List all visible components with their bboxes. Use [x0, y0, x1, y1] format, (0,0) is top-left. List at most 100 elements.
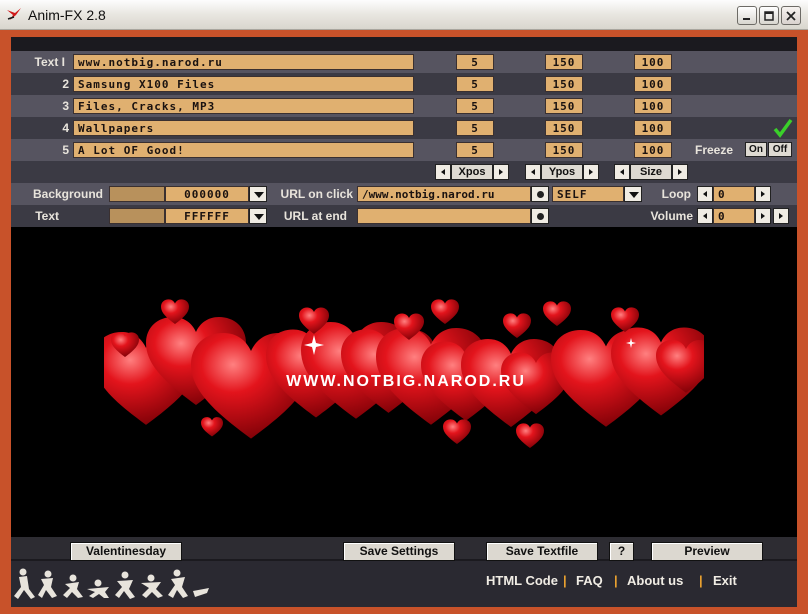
arrow-left-icon	[703, 191, 707, 197]
loop-input[interactable]: 0	[713, 186, 755, 202]
app-panel: Text I www.notbig.narod.ru 5 150 100 2 S…	[11, 37, 797, 607]
window-frame: Text I www.notbig.narod.ru 5 150 100 2 S…	[0, 30, 808, 614]
size-decrease-button[interactable]	[614, 164, 630, 180]
url-target-dropdown-button[interactable]	[624, 186, 642, 202]
volume-max-button[interactable]	[773, 208, 789, 224]
preset-button[interactable]: Valentinesday	[70, 542, 182, 561]
size-input[interactable]: 100	[634, 54, 672, 70]
volume-input[interactable]: 0	[713, 208, 755, 224]
text-row-5: 5 A Lot OF Good! 5 150 100 Freeze On Off	[11, 139, 797, 161]
ypos-input[interactable]: 150	[545, 120, 583, 136]
arrow-right-icon	[761, 191, 765, 197]
xpos-increase-button[interactable]	[493, 164, 509, 180]
footer-separator: |	[614, 573, 618, 588]
ypos-input[interactable]: 150	[545, 76, 583, 92]
loop-increase-button[interactable]	[755, 186, 771, 202]
arrow-right-icon	[589, 169, 593, 175]
size-input[interactable]: 100	[634, 142, 672, 158]
maximize-icon	[764, 11, 774, 21]
help-button[interactable]: ?	[609, 542, 634, 561]
text-row-label: 4	[62, 121, 69, 135]
adjust-row: Xpos Ypos Size	[11, 161, 797, 183]
text-input[interactable]: Files, Cracks, MP3	[73, 98, 414, 114]
footer-separator: |	[563, 573, 567, 588]
title-bar: Anim-FX 2.8	[0, 0, 808, 30]
url-on-click-label: URL on click	[280, 187, 353, 201]
text-row-label: 5	[62, 143, 69, 157]
volume-decrease-button[interactable]	[697, 208, 713, 224]
arrow-left-icon	[531, 169, 535, 175]
volume-label: Volume	[650, 209, 693, 223]
url-at-end-input[interactable]	[357, 208, 531, 224]
volume-increase-button[interactable]	[755, 208, 771, 224]
text-color-row: Text FFFFFF URL at end Volume 0	[11, 205, 797, 227]
chevron-down-icon	[629, 192, 639, 198]
background-swatch	[109, 186, 165, 202]
text-row-label: Text I	[34, 55, 65, 69]
ypos-decrease-button[interactable]	[525, 164, 541, 180]
minimize-button[interactable]	[737, 6, 757, 25]
html-code-link[interactable]: HTML Code	[486, 573, 558, 588]
save-settings-button[interactable]: Save Settings	[343, 542, 455, 561]
arrow-left-icon	[620, 169, 624, 175]
faq-link[interactable]: FAQ	[576, 573, 603, 588]
size-input[interactable]: 100	[634, 98, 672, 114]
xpos-input[interactable]: 5	[456, 120, 494, 136]
arrow-right-icon	[678, 169, 682, 175]
text-row-label: 3	[62, 99, 69, 113]
loop-label: Loop	[661, 187, 691, 201]
text-input[interactable]: www.notbig.narod.ru	[73, 54, 414, 70]
size-input[interactable]: 100	[634, 76, 672, 92]
app-icon	[7, 8, 21, 20]
text-input[interactable]: A Lot OF Good!	[73, 142, 414, 158]
preview-button[interactable]: Preview	[651, 542, 763, 561]
background-label: Background	[32, 187, 103, 201]
close-button[interactable]	[781, 6, 801, 25]
text-row-3: 3 Files, Cracks, MP3 5 150 100	[11, 95, 797, 117]
about-link[interactable]: About us	[627, 573, 683, 588]
footer-separator: |	[699, 573, 703, 588]
text-row-1: Text I www.notbig.narod.ru 5 150 100	[11, 51, 797, 73]
arrow-left-icon	[703, 213, 707, 219]
xpos-input[interactable]: 5	[456, 142, 494, 158]
close-icon	[786, 11, 796, 21]
freeze-on-toggle[interactable]: On	[745, 142, 767, 157]
url-at-end-label: URL at end	[283, 209, 347, 223]
xpos-input[interactable]: 5	[456, 76, 494, 92]
text-row-2: 2 Samsung X100 Files 5 150 100	[11, 73, 797, 95]
text-color-dropdown-button[interactable]	[249, 208, 267, 224]
background-dropdown-button[interactable]	[249, 186, 267, 202]
size-label: Size	[630, 164, 672, 180]
exit-link[interactable]: Exit	[713, 573, 737, 588]
ypos-increase-button[interactable]	[583, 164, 599, 180]
banner-text: WWW.NOTBIG.NAROD.RU	[286, 373, 526, 390]
checkmark-icon	[773, 118, 793, 138]
url-at-end-radio[interactable]	[531, 208, 549, 224]
url-on-click-radio[interactable]	[531, 186, 549, 202]
text-input[interactable]: Wallpapers	[73, 120, 414, 136]
freeze-off-toggle[interactable]: Off	[768, 142, 792, 157]
size-input[interactable]: 100	[634, 120, 672, 136]
arrow-right-icon	[499, 169, 503, 175]
ypos-input[interactable]: 150	[545, 98, 583, 114]
text-row-label: 2	[62, 77, 69, 91]
url-on-click-input[interactable]: /www.notbig.narod.ru	[357, 186, 531, 202]
xpos-decrease-button[interactable]	[435, 164, 451, 180]
save-textfile-button[interactable]: Save Textfile	[486, 542, 598, 561]
arrow-left-icon	[441, 169, 445, 175]
freeze-label: Freeze	[695, 143, 734, 157]
text-input[interactable]: Samsung X100 Files	[73, 76, 414, 92]
loop-decrease-button[interactable]	[697, 186, 713, 202]
ypos-input[interactable]: 150	[545, 54, 583, 70]
ypos-input[interactable]: 150	[545, 142, 583, 158]
text-row-4: 4 Wallpapers 5 150 100	[11, 117, 797, 139]
background-row: Background 000000 URL on click /www.notb…	[11, 183, 797, 205]
xpos-input[interactable]: 5	[456, 54, 494, 70]
ypos-label: Ypos	[541, 164, 583, 180]
xpos-input[interactable]: 5	[456, 98, 494, 114]
text-color-input[interactable]: FFFFFF	[165, 208, 249, 224]
size-increase-button[interactable]	[672, 164, 688, 180]
maximize-button[interactable]	[759, 6, 779, 25]
url-target-select[interactable]: SELF	[552, 186, 624, 202]
background-color-input[interactable]: 000000	[165, 186, 249, 202]
